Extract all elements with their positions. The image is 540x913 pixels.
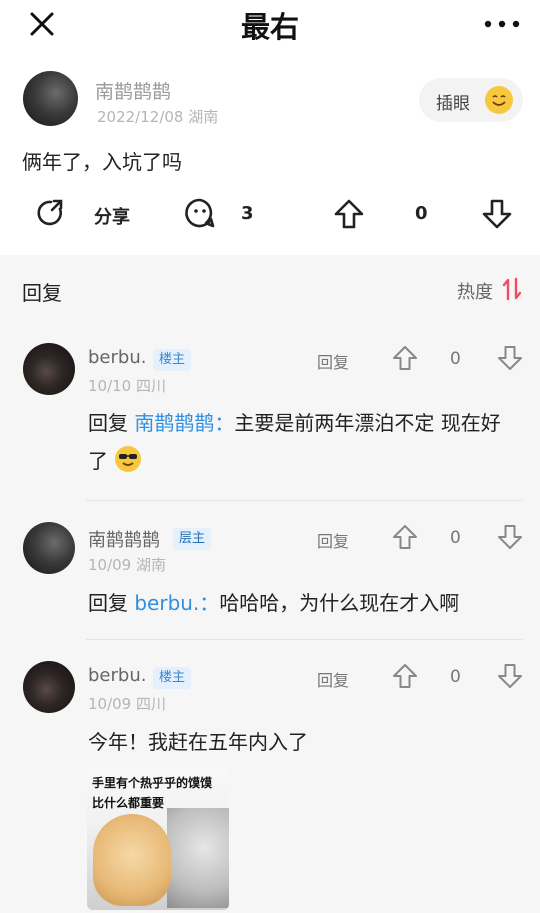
post-actions: 分享 3 0 bbox=[0, 195, 540, 235]
meme-caption: 比什么都重要 bbox=[92, 796, 165, 810]
comment-author[interactable]: 南鹊鹊鹊 bbox=[88, 526, 160, 552]
op-badge: 楼主 bbox=[153, 349, 192, 371]
share-button[interactable]: 分享 bbox=[94, 203, 130, 229]
comment-text: 今年！我赶在五年内入了 bbox=[88, 730, 308, 754]
downvote-icon[interactable] bbox=[497, 345, 523, 371]
comment-author[interactable]: berbu. bbox=[88, 347, 146, 368]
layer-badge: 层主 bbox=[173, 528, 212, 550]
reply-prefix: 回复 bbox=[88, 591, 135, 615]
comments-section: 回复 热度 berbu. 楼主 10/10 四川 回复 0 回复 南鹊鹊鹊：主要… bbox=[0, 255, 540, 913]
post-meta: 2022/12/08 湖南 bbox=[97, 108, 219, 126]
meme-image[interactable]: 手里有个热乎乎的馍馍 比什么都重要 bbox=[87, 768, 229, 910]
more-icon[interactable] bbox=[482, 12, 522, 36]
avatar[interactable] bbox=[23, 661, 75, 713]
divider bbox=[86, 639, 523, 640]
upvote-icon[interactable] bbox=[392, 663, 418, 689]
comment-meta: 10/09 四川 bbox=[88, 695, 166, 713]
share-icon[interactable] bbox=[35, 197, 67, 229]
post-content: 俩年了，入坑了吗 bbox=[22, 150, 182, 174]
comment-text: 回复 南鹊鹊鹊：主要是前两年漂泊不定 现在好了 bbox=[88, 404, 518, 480]
smile-emoji-icon bbox=[485, 86, 513, 114]
reply-button[interactable]: 回复 bbox=[317, 667, 349, 691]
meme-steam bbox=[167, 808, 229, 908]
page-title: 最右 bbox=[240, 10, 299, 44]
avatar[interactable] bbox=[23, 343, 75, 395]
comment-text: 回复 berbu.：哈哈哈，为什么现在才入啊 bbox=[88, 584, 518, 622]
comment-author[interactable]: berbu. bbox=[88, 665, 146, 686]
comments-header: 回复 bbox=[22, 281, 62, 305]
upvote-icon[interactable] bbox=[392, 524, 418, 550]
comment-count: 3 bbox=[241, 203, 254, 224]
comment-icon[interactable] bbox=[184, 197, 216, 229]
divider bbox=[86, 500, 523, 501]
reply-prefix: 回复 bbox=[88, 411, 135, 435]
vote-count: 0 bbox=[450, 528, 461, 548]
reply-button[interactable]: 回复 bbox=[317, 349, 349, 373]
downvote-icon[interactable] bbox=[481, 198, 513, 230]
avatar[interactable] bbox=[23, 71, 78, 126]
mention-link[interactable]: 南鹊鹊鹊： bbox=[134, 411, 234, 435]
mention-link[interactable]: berbu.： bbox=[134, 591, 219, 615]
chip-label: 插眼 bbox=[436, 94, 470, 114]
post-author[interactable]: 南鹊鹊鹊 bbox=[95, 77, 171, 104]
upvote-icon[interactable] bbox=[392, 345, 418, 371]
downvote-icon[interactable] bbox=[497, 663, 523, 689]
reply-button[interactable]: 回复 bbox=[317, 528, 349, 552]
meme-caption: 手里有个热乎乎的馍馍 bbox=[92, 776, 213, 790]
vote-count: 0 bbox=[415, 203, 428, 224]
avatar[interactable] bbox=[23, 522, 75, 574]
comment-body: 哈哈哈，为什么现在才入啊 bbox=[219, 591, 460, 615]
sort-button[interactable]: 热度 bbox=[457, 278, 493, 304]
sunglasses-emoji-icon bbox=[115, 446, 142, 472]
op-badge: 楼主 bbox=[153, 667, 192, 689]
top-bar: 最右 bbox=[0, 0, 540, 50]
downvote-icon[interactable] bbox=[497, 524, 523, 550]
hamster-image bbox=[93, 814, 171, 906]
vote-count: 0 bbox=[450, 667, 461, 687]
sort-icon[interactable] bbox=[501, 277, 523, 301]
comment-meta: 10/09 湖南 bbox=[88, 556, 166, 574]
upvote-icon[interactable] bbox=[333, 198, 365, 230]
vote-count: 0 bbox=[450, 349, 461, 369]
bookmark-chip[interactable]: 插眼 bbox=[419, 78, 523, 122]
comment-meta: 10/10 四川 bbox=[88, 377, 166, 395]
